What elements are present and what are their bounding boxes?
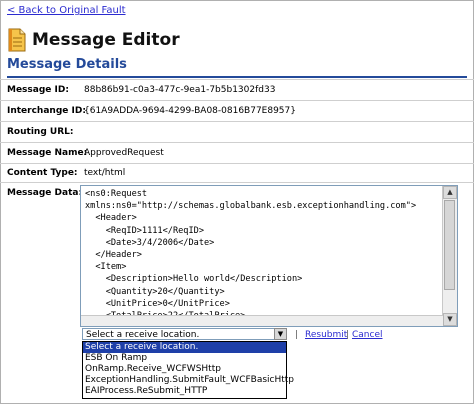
interchange-id-value: {61A9ADDA-9694-4299-BA08-0816B77E8957}	[84, 106, 296, 116]
dropdown-option[interactable]: EAIProcess.ReSubmit_HTTP	[83, 386, 286, 397]
message-data-label: Message Data:	[7, 188, 83, 198]
resubmit-link[interactable]: Resubmit	[305, 330, 347, 340]
dropdown-option[interactable]: ESB On Ramp	[83, 353, 286, 364]
message-name-label: Message Name:	[7, 148, 88, 158]
dropdown-option[interactable]: Select a receive location.	[83, 342, 286, 353]
separator: |	[295, 330, 299, 340]
section-title: Message Details	[7, 57, 467, 78]
receive-location-select[interactable]: Select a receive location.	[82, 328, 287, 340]
title-row: Message Editor	[7, 26, 180, 54]
content-type-value: text/html	[84, 168, 126, 178]
scroll-down-arrow-icon[interactable]: ▼	[443, 313, 457, 326]
message-id-label: Message ID:	[7, 85, 69, 95]
message-data-content[interactable]: <ns0:Request xmlns:ns0="http://schemas.g…	[81, 186, 457, 326]
back-to-original-fault-link[interactable]: < Back to Original Fault	[7, 5, 126, 16]
routing-url-label: Routing URL:	[7, 127, 74, 137]
cancel-link[interactable]: Cancel	[352, 330, 383, 340]
dropdown-arrow-icon[interactable]: ▼	[274, 328, 287, 340]
scroll-up-arrow-icon[interactable]: ▲	[443, 186, 457, 199]
horizontal-scrollbar[interactable]	[81, 315, 443, 326]
content-type-label: Content Type:	[7, 168, 78, 178]
message-data-textarea[interactable]: <ns0:Request xmlns:ns0="http://schemas.g…	[80, 185, 458, 327]
dropdown-option[interactable]: OnRamp.Receive_WCFWSHttp	[83, 364, 286, 375]
message-data-row: Message Data:	[0, 182, 474, 198]
content-type-row: Content Type: text/html	[0, 163, 474, 183]
scroll-thumb[interactable]	[444, 200, 455, 290]
message-id-value: 88b86b91-c0a3-477c-9ea1-7b5b1302fd33	[84, 85, 276, 95]
document-icon	[8, 28, 26, 52]
message-name-value: ApprovedRequest	[84, 148, 164, 158]
interchange-id-label: Interchange ID:	[7, 106, 86, 116]
separator: |	[346, 330, 350, 340]
routing-url-row: Routing URL:	[0, 121, 474, 143]
interchange-id-row: Interchange ID: {61A9ADDA-9694-4299-BA08…	[0, 100, 474, 122]
vertical-scrollbar[interactable]: ▲ ▼	[442, 186, 457, 326]
dropdown-option[interactable]: ExceptionHandling.SubmitFault_WCFBasicHt…	[83, 375, 294, 386]
receive-location-dropdown-list: Select a receive location. ESB On Ramp O…	[82, 341, 294, 399]
page-title: Message Editor	[32, 30, 180, 50]
message-name-row: Message Name: ApprovedRequest	[0, 142, 474, 164]
message-id-row: Message ID: 88b86b91-c0a3-477c-9ea1-7b5b…	[0, 79, 474, 101]
